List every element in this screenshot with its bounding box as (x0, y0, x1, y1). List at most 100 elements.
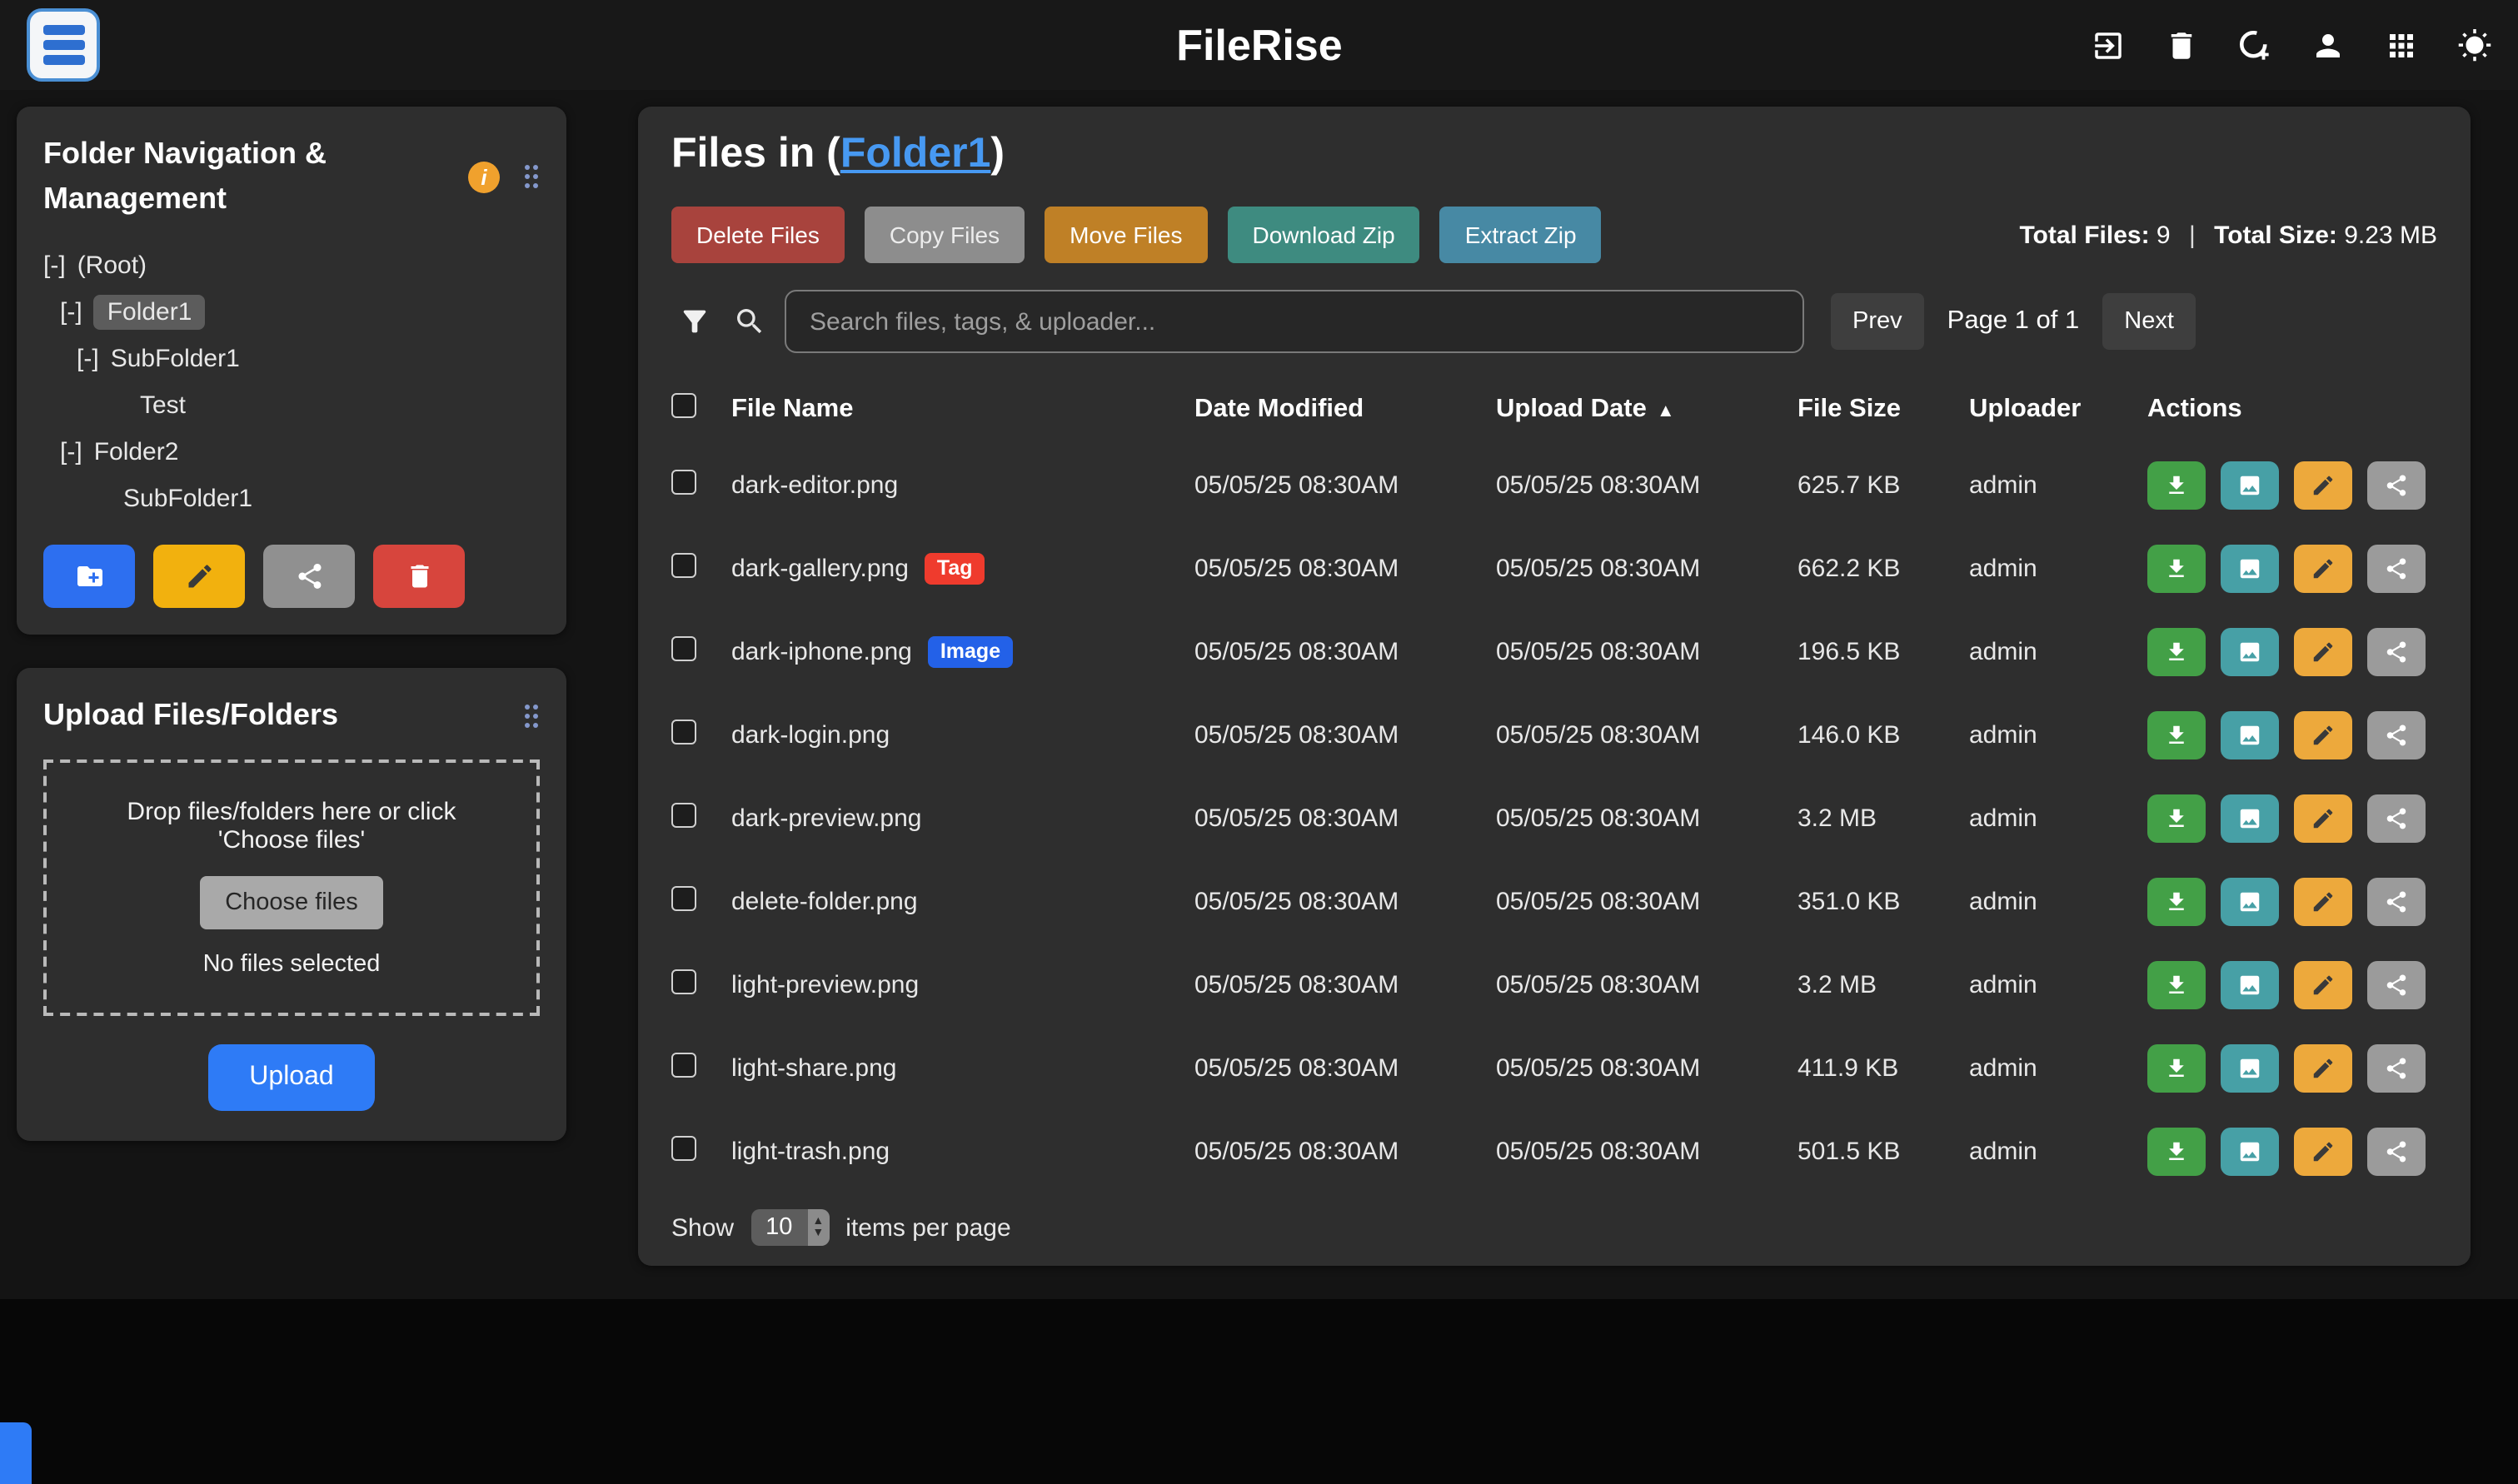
delete-folder-button[interactable] (373, 545, 465, 608)
preview-button[interactable] (2221, 461, 2279, 509)
download-button[interactable] (2147, 877, 2206, 925)
preview-button[interactable] (2221, 627, 2279, 675)
edit-button[interactable] (2294, 544, 2352, 592)
rename-folder-button[interactable] (153, 545, 245, 608)
filter-button[interactable] (678, 305, 711, 338)
download-button[interactable] (2147, 1127, 2206, 1175)
row-checkbox[interactable] (671, 469, 696, 494)
file-name[interactable]: dark-gallery.png (731, 554, 909, 582)
tree-item-label[interactable]: SubFolder1 (123, 484, 252, 512)
share-folder-button[interactable] (263, 545, 355, 608)
current-folder-link[interactable]: Folder1 (840, 130, 991, 177)
tree-item[interactable]: Test (43, 381, 540, 428)
share-button[interactable] (2367, 461, 2426, 509)
tree-item-label[interactable]: SubFolder1 (111, 344, 240, 372)
edit-button[interactable] (2294, 461, 2352, 509)
row-checkbox[interactable] (671, 885, 696, 910)
tree-expand-marker[interactable]: [-] (77, 344, 99, 372)
choose-files-button[interactable]: Choose files (200, 876, 383, 929)
stepper-arrows-icon[interactable]: ▲▼ (807, 1209, 829, 1246)
file-name[interactable]: light-trash.png (731, 1137, 890, 1165)
download-button[interactable] (2147, 544, 2206, 592)
header-file-name[interactable]: File Name (731, 395, 1194, 425)
row-checkbox[interactable] (671, 802, 696, 827)
file-name[interactable]: light-preview.png (731, 970, 919, 998)
download-button[interactable] (2147, 794, 2206, 842)
app-logo[interactable] (27, 8, 100, 82)
drag-handle-icon[interactable] (523, 702, 540, 729)
row-checkbox[interactable] (671, 635, 696, 660)
tree-item-label[interactable]: Folder1 (94, 294, 206, 329)
download-button[interactable] (2147, 710, 2206, 759)
file-name[interactable]: dark-login.png (731, 720, 890, 749)
download-button[interactable] (2147, 960, 2206, 1008)
trash-restore-button[interactable] (2164, 27, 2199, 62)
prev-page-button[interactable]: Prev (1831, 293, 1924, 350)
search-button[interactable] (733, 305, 766, 338)
file-name[interactable]: light-share.png (731, 1053, 896, 1082)
tree-item-label[interactable]: (Root) (77, 251, 147, 279)
header-upload-date[interactable]: Upload Date▲ (1496, 395, 1798, 425)
logout-button[interactable] (2091, 27, 2126, 62)
tree-item-label[interactable]: Folder2 (94, 437, 179, 466)
preview-button[interactable] (2221, 960, 2279, 1008)
header-file-size[interactable]: File Size (1798, 395, 1969, 425)
items-per-page-stepper[interactable]: 10 ▲▼ (750, 1209, 829, 1246)
edit-button[interactable] (2294, 627, 2352, 675)
header-uploader[interactable]: Uploader (1969, 395, 2147, 425)
select-all-checkbox[interactable] (671, 393, 696, 418)
share-button[interactable] (2367, 1043, 2426, 1092)
edit-button[interactable] (2294, 1127, 2352, 1175)
file-name[interactable]: delete-folder.png (731, 887, 918, 915)
edit-button[interactable] (2294, 1043, 2352, 1092)
row-checkbox[interactable] (671, 1135, 696, 1160)
preview-button[interactable] (2221, 544, 2279, 592)
preview-button[interactable] (2221, 1043, 2279, 1092)
tree-item[interactable]: [-] Folder1 (43, 288, 540, 335)
drag-handle-icon[interactable] (523, 163, 540, 190)
row-checkbox[interactable] (671, 1052, 696, 1077)
row-checkbox[interactable] (671, 552, 696, 577)
delete-files-button[interactable]: Delete Files (671, 207, 845, 263)
file-dropzone[interactable]: Drop files/folders here or click 'Choose… (43, 759, 540, 1016)
preview-button[interactable] (2221, 794, 2279, 842)
theme-toggle-button[interactable] (2457, 27, 2492, 62)
preview-button[interactable] (2221, 1127, 2279, 1175)
file-name[interactable]: dark-iphone.png (731, 637, 912, 665)
tree-expand-marker[interactable]: [-] (60, 437, 82, 466)
view-toggle-button[interactable] (2384, 27, 2419, 62)
download-button[interactable] (2147, 461, 2206, 509)
share-button[interactable] (2367, 627, 2426, 675)
corner-blue-element[interactable] (0, 1422, 32, 1484)
share-button[interactable] (2367, 794, 2426, 842)
user-panel-button[interactable] (2311, 27, 2346, 62)
share-button[interactable] (2367, 710, 2426, 759)
share-button[interactable] (2367, 544, 2426, 592)
tree-item-label[interactable]: Test (140, 391, 186, 419)
move-files-button[interactable]: Move Files (1045, 207, 1207, 263)
info-icon[interactable]: i (468, 161, 500, 192)
file-name[interactable]: dark-editor.png (731, 471, 898, 499)
edit-button[interactable] (2294, 710, 2352, 759)
download-button[interactable] (2147, 1043, 2206, 1092)
upload-button[interactable]: Upload (207, 1044, 375, 1111)
share-button[interactable] (2367, 877, 2426, 925)
tree-expand-marker[interactable]: [-] (60, 297, 82, 326)
preview-button[interactable] (2221, 710, 2279, 759)
header-date-modified[interactable]: Date Modified (1194, 395, 1496, 425)
edit-button[interactable] (2294, 960, 2352, 1008)
tree-item[interactable]: [-] Folder2 (43, 428, 540, 475)
preview-button[interactable] (2221, 877, 2279, 925)
edit-button[interactable] (2294, 794, 2352, 842)
tree-expand-marker[interactable]: [-] (43, 251, 66, 279)
download-button[interactable] (2147, 627, 2206, 675)
tree-item[interactable]: [-] SubFolder1 (43, 335, 540, 381)
share-button[interactable] (2367, 960, 2426, 1008)
next-page-button[interactable]: Next (2102, 293, 2196, 350)
tree-item[interactable]: [-] (Root) (43, 242, 540, 288)
download-zip-button[interactable]: Download Zip (1228, 207, 1420, 263)
row-checkbox[interactable] (671, 719, 696, 744)
file-name[interactable]: dark-preview.png (731, 804, 921, 832)
edit-button[interactable] (2294, 877, 2352, 925)
copy-files-button[interactable]: Copy Files (865, 207, 1025, 263)
